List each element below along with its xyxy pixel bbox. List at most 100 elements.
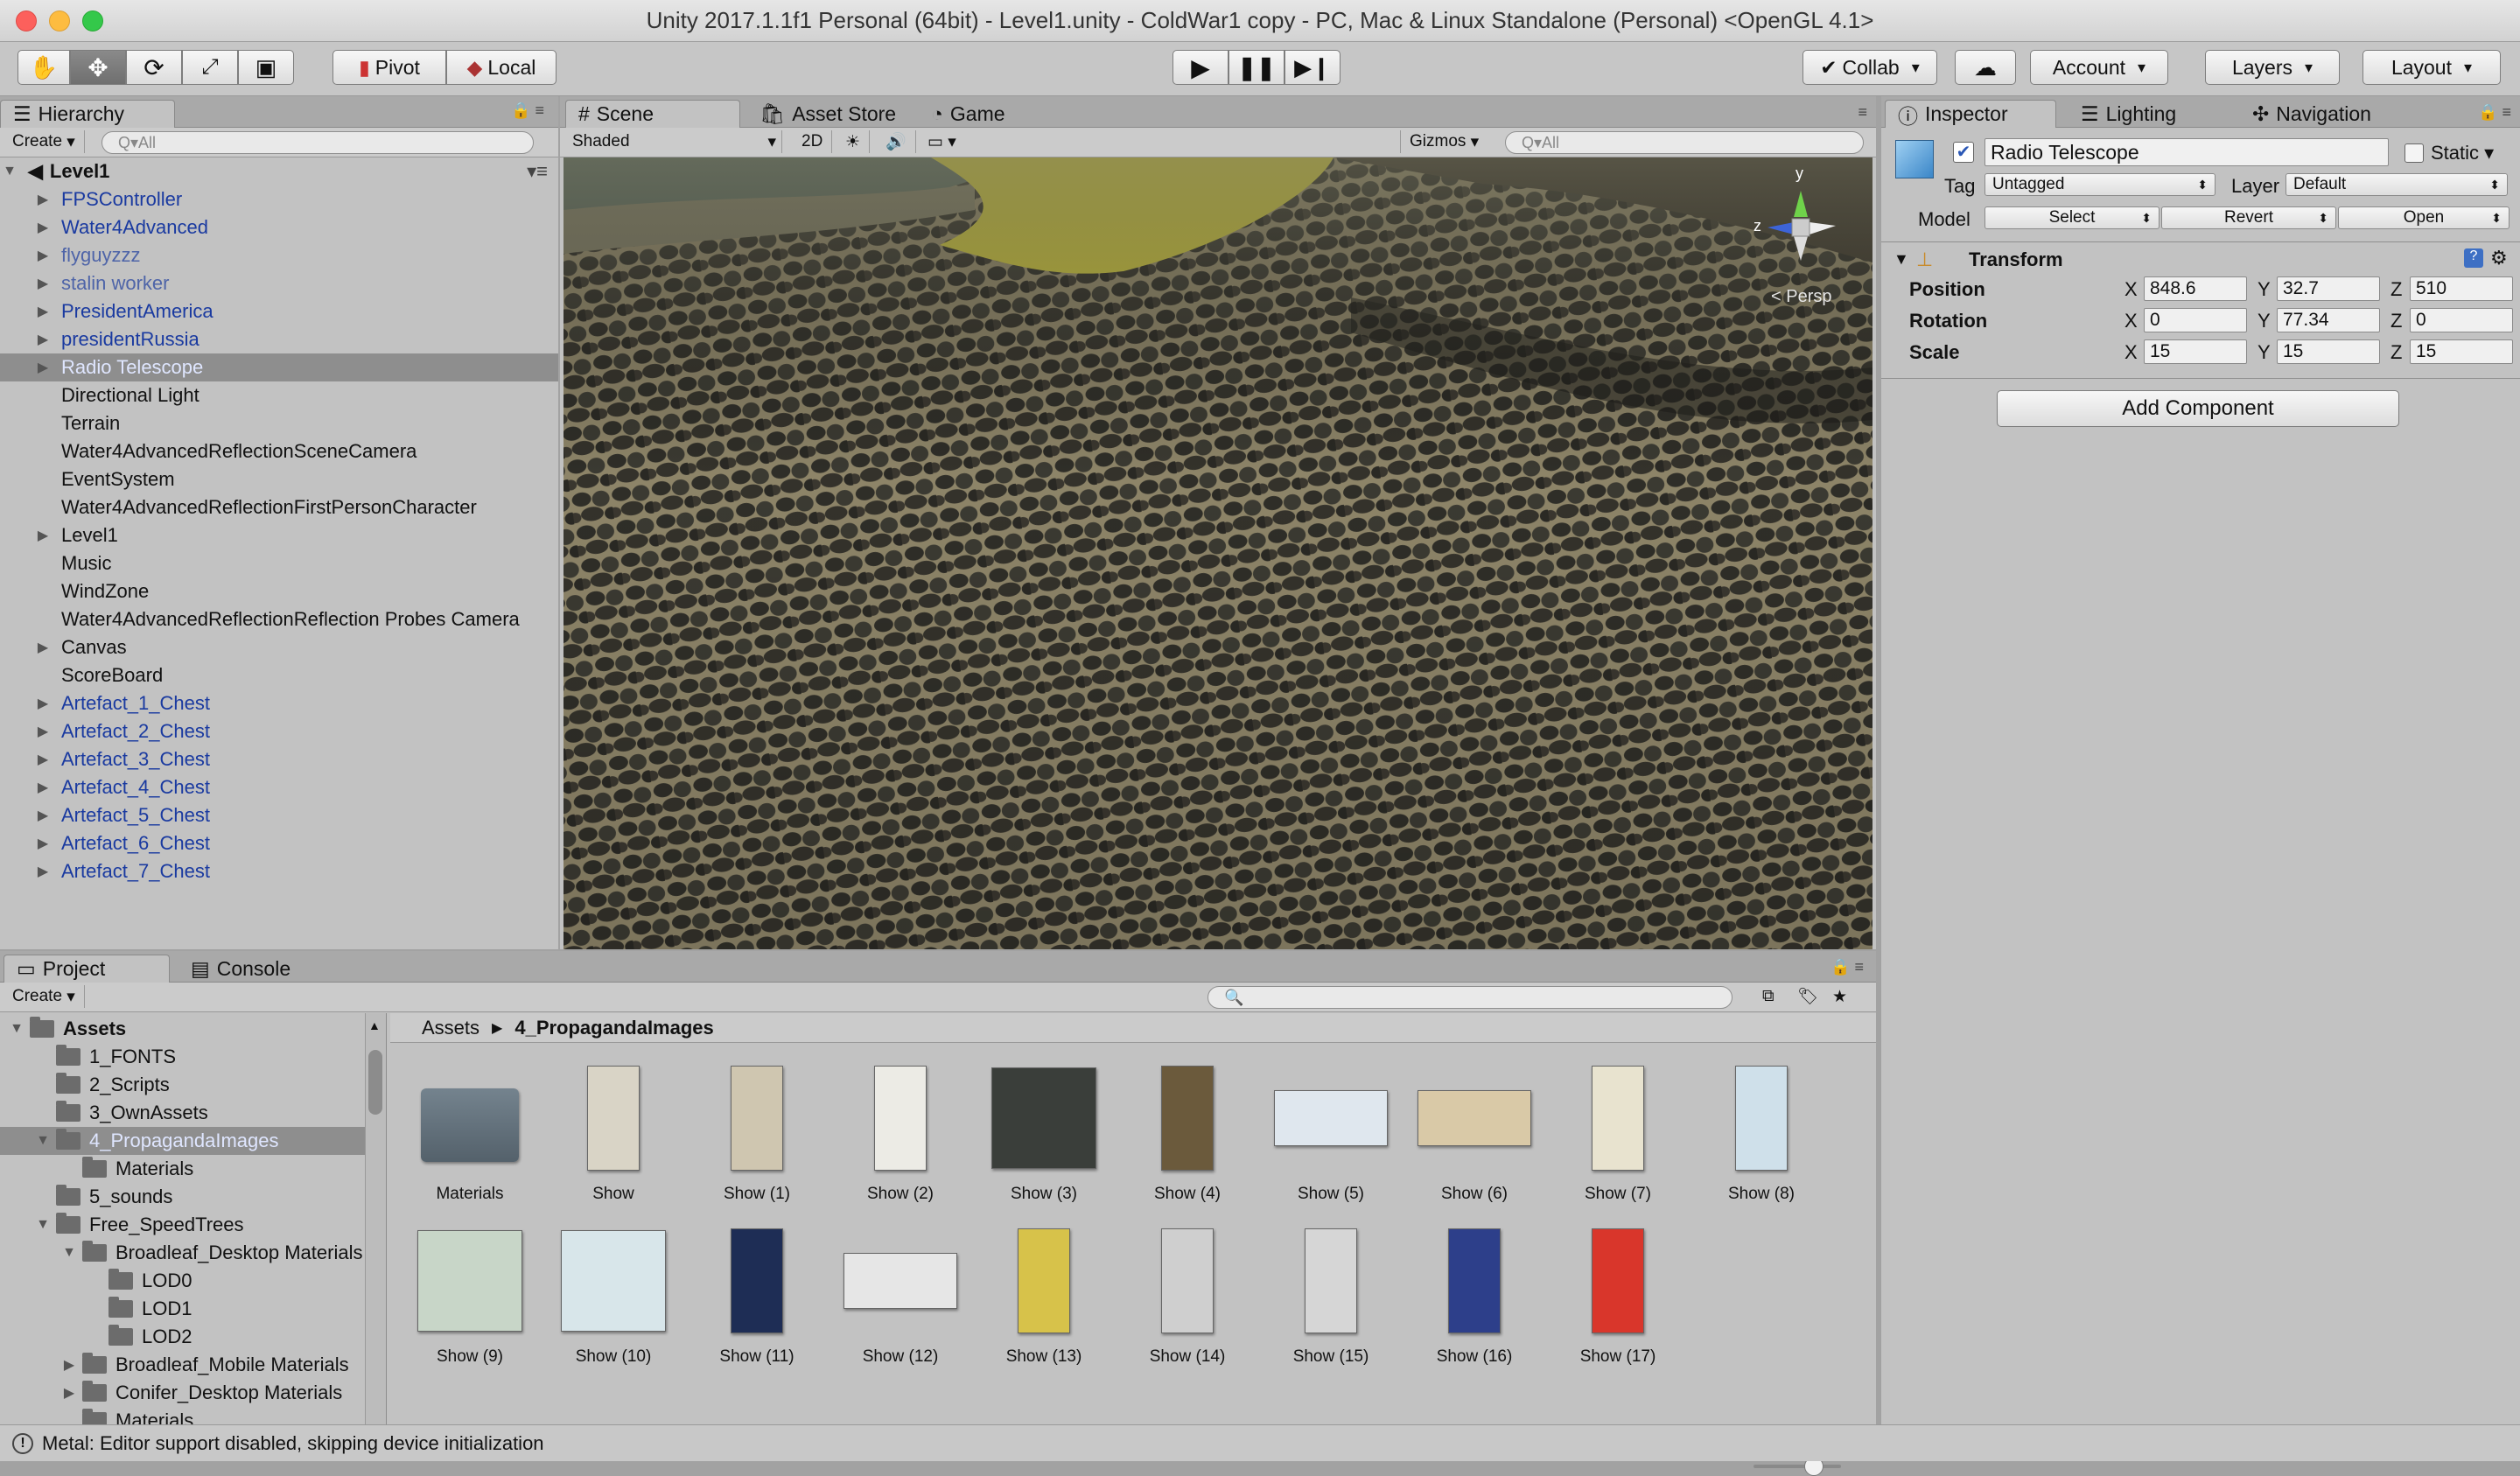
asset-texture[interactable]: Show (4) (1122, 1059, 1253, 1216)
scene-root-row[interactable]: ▼ ◀ Level1 ▾≡ (0, 157, 558, 185)
rotation-z-field[interactable]: 0 (2410, 308, 2513, 332)
folder-tree-row[interactable]: 5_sounds (0, 1183, 366, 1211)
step-button[interactable]: ▶❙ (1284, 50, 1340, 85)
folder-expand-arrow-icon[interactable]: ▶ (60, 1356, 79, 1374)
folder-tree-row[interactable]: 1_FONTS (0, 1043, 366, 1071)
gizmos-dropdown[interactable]: Gizmos ▾ (1400, 130, 1488, 153)
tab-asset-store[interactable]: 🛍 Asset Store (747, 100, 908, 128)
hierarchy-row[interactable]: ▶ stalin worker (0, 269, 558, 297)
transform-collapse-arrow-icon[interactable]: ▼ (1894, 250, 1909, 269)
axis-z-label[interactable]: Z (2390, 310, 2402, 332)
tab-inspector[interactable]: ⓘ Inspector (1885, 100, 2056, 128)
tab-scene[interactable]: # Scene (565, 100, 740, 128)
rect-tool-button[interactable]: ▣ (238, 50, 294, 85)
expand-arrow-icon[interactable]: ▶ (33, 219, 52, 236)
asset-texture[interactable]: Show (12) (835, 1221, 966, 1379)
expand-arrow-icon[interactable]: ▶ (33, 303, 52, 320)
add-component-button[interactable]: Add Component (1997, 390, 2399, 427)
hierarchy-row[interactable]: WindZone (0, 577, 558, 605)
hierarchy-row[interactable]: Terrain (0, 409, 558, 437)
asset-texture[interactable]: Show (8) (1696, 1059, 1827, 1216)
project-menu-icon[interactable]: 🔒 ≡ (1830, 958, 1864, 976)
hierarchy-row[interactable]: ▶ Artefact_3_Chest (0, 745, 558, 773)
model-revert-button[interactable]: Revert (2161, 206, 2336, 229)
asset-texture[interactable]: Show (1) (691, 1059, 822, 1216)
move-tool-button[interactable]: ✥ (70, 50, 126, 85)
local-toggle[interactable]: ◆ Local (446, 50, 556, 85)
project-create-dropdown[interactable]: Create ▾ (4, 985, 85, 1008)
position-z-field[interactable]: 510 (2410, 276, 2513, 301)
collab-dropdown[interactable]: ✔ Collab (1802, 50, 1937, 85)
model-open-button[interactable]: Open (2338, 206, 2510, 229)
tag-dropdown[interactable]: Untagged (1984, 173, 2216, 196)
hierarchy-create-dropdown[interactable]: Create ▾ (4, 130, 85, 153)
folder-tree-row[interactable]: Materials (0, 1155, 366, 1183)
scroll-up-icon[interactable]: ▲ (368, 1018, 381, 1032)
account-dropdown[interactable]: Account (2030, 50, 2168, 85)
asset-texture[interactable]: Show (11) (691, 1221, 822, 1379)
rotation-y-field[interactable]: 77.34 (2277, 308, 2380, 332)
scale-tool-button[interactable]: ⤢ (182, 50, 238, 85)
hierarchy-row[interactable]: Music (0, 549, 558, 577)
tab-lighting[interactable]: ☰ Lighting (2068, 100, 2188, 128)
model-select-button[interactable]: Select (1984, 206, 2160, 229)
audio-toggle[interactable]: 🔊 (877, 130, 916, 153)
hierarchy-row[interactable]: EventSystem (0, 465, 558, 493)
pivot-toggle[interactable]: ▮ Pivot (332, 50, 446, 85)
axis-y-label[interactable]: Y (2258, 341, 2271, 364)
expand-arrow-icon[interactable]: ▶ (33, 331, 52, 348)
folder-tree-row[interactable]: LOD0 (0, 1267, 366, 1295)
scrollbar-thumb[interactable] (368, 1050, 382, 1115)
asset-texture[interactable]: Show (13) (978, 1221, 1110, 1379)
folder-tree-row[interactable]: LOD2 (0, 1323, 366, 1351)
asset-texture[interactable]: Show (7) (1552, 1059, 1684, 1216)
collapse-arrow-icon[interactable]: ▼ (0, 164, 19, 179)
favorite-star-icon[interactable]: ★ (1824, 985, 1856, 1008)
hierarchy-row[interactable]: ▶ Artefact_6_Chest (0, 829, 558, 857)
hierarchy-row[interactable]: ScoreBoard (0, 661, 558, 689)
breadcrumb-assets[interactable]: Assets (422, 1017, 480, 1039)
expand-arrow-icon[interactable]: ▶ (33, 359, 52, 376)
shading-mode-dropdown[interactable]: Shaded ▾ (564, 130, 782, 153)
asset-texture[interactable]: Show (15) (1265, 1221, 1396, 1379)
axis-y-label[interactable]: Y (2258, 278, 2271, 301)
expand-arrow-icon[interactable]: ▶ (33, 807, 52, 824)
folder-tree-row[interactable]: 3_OwnAssets (0, 1099, 366, 1127)
hierarchy-row[interactable]: ▶ Water4Advanced (0, 213, 558, 241)
layout-dropdown[interactable]: Layout (2362, 50, 2501, 85)
asset-texture[interactable]: Show (548, 1059, 679, 1216)
tab-console[interactable]: ▤ Console (178, 955, 303, 983)
asset-texture[interactable]: Show (14) (1122, 1221, 1253, 1379)
expand-arrow-icon[interactable]: ▶ (33, 751, 52, 768)
expand-arrow-icon[interactable]: ▶ (33, 275, 52, 292)
folder-tree-row[interactable]: ▶ Broadleaf_Mobile Materials (0, 1351, 366, 1379)
help-book-icon[interactable]: ? (2464, 248, 2483, 268)
hierarchy-row[interactable]: ▶ Artefact_1_Chest (0, 689, 558, 717)
axis-x-label[interactable]: X (2124, 310, 2138, 332)
expand-arrow-icon[interactable]: ▶ (33, 527, 52, 544)
hierarchy-row[interactable]: Water4AdvancedReflectionFirstPersonChara… (0, 493, 558, 521)
asset-texture[interactable]: Show (2) (835, 1059, 966, 1216)
folder-expand-arrow-icon[interactable]: ▶ (60, 1384, 79, 1402)
axis-x-label[interactable]: X (2124, 341, 2138, 364)
expand-arrow-icon[interactable]: ▶ (33, 247, 52, 264)
folder-tree-row[interactable]: LOD1 (0, 1295, 366, 1323)
hierarchy-search-input[interactable]: Q▾All (102, 131, 534, 154)
hierarchy-row[interactable]: ▶ Level1 (0, 521, 558, 549)
folder-tree-row[interactable]: Materials (0, 1407, 366, 1424)
position-x-field[interactable]: 848.6 (2144, 276, 2247, 301)
hierarchy-row[interactable]: Water4AdvancedReflectionSceneCamera (0, 437, 558, 465)
folder-expand-arrow-icon[interactable]: ▼ (60, 1245, 79, 1261)
hierarchy-row[interactable]: Water4AdvancedReflectionReflection Probe… (0, 605, 558, 633)
static-checkbox[interactable] (2404, 143, 2424, 163)
axis-y-label[interactable]: Y (2258, 310, 2271, 332)
hierarchy-row[interactable]: ▶ presidentRussia (0, 325, 558, 353)
folder-tree-row[interactable]: ▼ Broadleaf_Desktop Materials (0, 1239, 366, 1267)
transform-header[interactable]: Transform (1969, 248, 2063, 271)
axis-x-label[interactable]: X (2124, 278, 2138, 301)
tree-scrollbar[interactable]: ▲ (365, 1013, 386, 1424)
folder-tree-row[interactable]: ▶ Conifer_Desktop Materials (0, 1379, 366, 1407)
panel-menu-icon[interactable]: 🔒 ≡ (511, 101, 544, 120)
tab-hierarchy[interactable]: ☰ Hierarchy (0, 100, 175, 128)
asset-folder[interactable]: Materials (404, 1059, 536, 1216)
